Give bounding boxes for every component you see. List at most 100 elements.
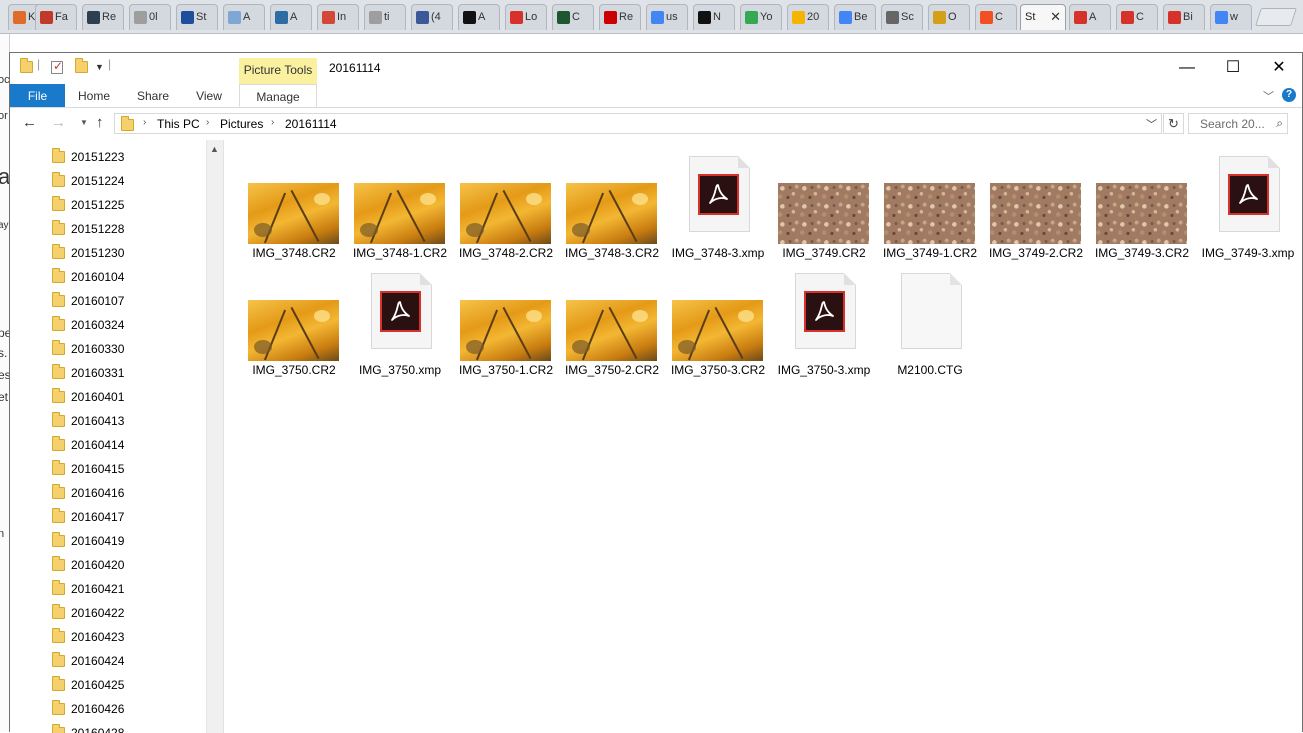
browser-tab[interactable]: A [270, 4, 312, 30]
nav-folder-item[interactable]: 20160415 [10, 456, 206, 480]
nav-folder-item[interactable]: 20160107 [10, 288, 206, 312]
nav-folder-item[interactable]: 20151224 [10, 168, 206, 192]
file-item[interactable]: IMG_3750-3.xmp [771, 140, 877, 377]
address-folder-icon [121, 116, 134, 131]
browser-tab[interactable]: Be [834, 4, 876, 30]
help-icon[interactable]: ? [1282, 88, 1296, 102]
search-icon[interactable]: ⌕ [1276, 116, 1283, 131]
nav-folder-item[interactable]: 20160426 [10, 696, 206, 720]
nav-folder-item[interactable]: 20160421 [10, 576, 206, 600]
nav-folder-item[interactable]: 20160424 [10, 648, 206, 672]
browser-tab[interactable]: 0l [129, 4, 171, 30]
breadcrumb-chevron-icon[interactable]: › [206, 117, 209, 128]
browser-tab[interactable]: Re [82, 4, 124, 30]
browser-tab[interactable]: Re [599, 4, 641, 30]
browser-tab[interactable]: C [975, 4, 1017, 30]
up-arrow-icon[interactable]: ↑ [96, 114, 104, 131]
close-button[interactable]: ✕ [1256, 53, 1302, 83]
search-input[interactable] [1189, 114, 1278, 133]
browser-tab[interactable]: In [317, 4, 359, 30]
browser-tab[interactable]: 20 [787, 4, 829, 30]
breadcrumb-this-pc[interactable]: This PC [157, 117, 200, 131]
nav-folder-item[interactable]: 20160428 [10, 720, 206, 733]
new-folder-icon[interactable] [75, 58, 88, 76]
back-arrow-icon[interactable]: ← [22, 114, 37, 131]
browser-tab[interactable]: A [1069, 4, 1111, 30]
address-dropdown-chevron-icon[interactable]: ﹀ [1146, 116, 1157, 132]
file-item[interactable]: M2100.CTG [877, 140, 983, 377]
minimize-button[interactable]: — [1164, 53, 1210, 83]
file-item[interactable]: IMG_3750.CR2 [241, 140, 347, 377]
browser-tab[interactable]: St [176, 4, 218, 30]
browser-tab[interactable]: w [1210, 4, 1252, 30]
file-item[interactable]: IMG_3750-3.CR2 [665, 140, 771, 377]
properties-icon[interactable] [51, 59, 63, 77]
nav-folder-item[interactable]: 20151228 [10, 216, 206, 240]
address-bar[interactable]: › This PC › Pictures › 20161114 ﹀ [114, 113, 1162, 134]
browser-tab-title: Be [854, 11, 868, 23]
browser-tab[interactable]: Lo [505, 4, 547, 30]
tab-file[interactable]: File [10, 84, 65, 107]
browser-tab-active[interactable]: St ✕ [1020, 4, 1066, 30]
refresh-icon[interactable]: ↻ [1163, 113, 1184, 134]
expand-ribbon-chevron-icon[interactable]: ﹀ [1263, 88, 1274, 104]
nav-folder-item[interactable]: 20160422 [10, 600, 206, 624]
nav-folder-item[interactable]: 20160413 [10, 408, 206, 432]
file-item[interactable]: IMG_3749-2.CR2 [983, 140, 1089, 260]
tab-manage[interactable]: Manage [239, 84, 317, 107]
browser-tab[interactable]: Yo [740, 4, 782, 30]
nav-folder-item[interactable]: 20160416 [10, 480, 206, 504]
browser-tab-title: In [337, 11, 347, 23]
tab-share[interactable]: Share [132, 84, 174, 107]
maple-leaves-thumbnail [460, 300, 551, 361]
nav-folder-item[interactable]: 20160104 [10, 264, 206, 288]
tab-close-icon[interactable]: ✕ [1050, 9, 1061, 25]
tab-view[interactable]: View [190, 84, 228, 107]
browser-tab[interactable]: Sc [881, 4, 923, 30]
breadcrumb-chevron-icon[interactable]: › [143, 117, 146, 128]
browser-tab[interactable]: Fa [35, 4, 77, 30]
recent-locations-chevron-icon[interactable]: ▼ [80, 118, 88, 127]
browser-tab[interactable]: ti [364, 4, 406, 30]
browser-tab[interactable]: N [693, 4, 735, 30]
scroll-up-icon[interactable]: ▲ [210, 144, 219, 154]
nav-folder-item[interactable]: 20151223 [10, 144, 206, 168]
maple-leaves-thumbnail [672, 300, 763, 361]
nav-folder-item[interactable]: 20160330 [10, 336, 206, 360]
maximize-button[interactable]: ☐ [1210, 53, 1256, 83]
browser-tab[interactable]: us [646, 4, 688, 30]
nav-folder-item[interactable]: 20160324 [10, 312, 206, 336]
file-item[interactable]: IMG_3750.xmp [347, 140, 453, 377]
quick-access-folder-icon[interactable] [20, 58, 33, 76]
navigation-scrollbar[interactable]: ▲ [206, 140, 223, 733]
file-item[interactable]: IMG_3749-3.CR2 [1089, 140, 1195, 260]
browser-tab[interactable]: O [928, 4, 970, 30]
browser-tab[interactable]: (4 [411, 4, 453, 30]
nav-folder-item[interactable]: 20151230 [10, 240, 206, 264]
file-item[interactable]: IMG_3750-1.CR2 [453, 140, 559, 377]
nav-folder-item[interactable]: 20160414 [10, 432, 206, 456]
nav-folder-item[interactable]: 20160401 [10, 384, 206, 408]
nav-folder-item[interactable]: 20151225 [10, 192, 206, 216]
tab-home[interactable]: Home [72, 84, 116, 107]
qa-customize-icon[interactable]: ▼ [95, 62, 104, 72]
nav-folder-item[interactable]: 20160417 [10, 504, 206, 528]
browser-tab[interactable]: A [223, 4, 265, 30]
nav-folder-item[interactable]: 20160420 [10, 552, 206, 576]
nav-folder-item[interactable]: 20160331 [10, 360, 206, 384]
browser-tab[interactable]: A [458, 4, 500, 30]
browser-tab[interactable]: C [1116, 4, 1158, 30]
nav-folder-item[interactable]: 20160423 [10, 624, 206, 648]
file-item[interactable]: IMG_3750-2.CR2 [559, 140, 665, 377]
browser-tab[interactable]: C [552, 4, 594, 30]
forward-arrow-icon[interactable]: → [51, 114, 66, 131]
folder-icon [52, 196, 65, 211]
nav-folder-item[interactable]: 20160419 [10, 528, 206, 552]
nav-folder-item[interactable]: 20160425 [10, 672, 206, 696]
breadcrumb-chevron-icon[interactable]: › [271, 117, 274, 128]
file-item[interactable]: IMG_3749-3.xmp [1195, 140, 1301, 260]
breadcrumb-pictures[interactable]: Pictures [220, 117, 263, 131]
new-tab-button[interactable] [1255, 8, 1297, 26]
breadcrumb-current-folder[interactable]: 20161114 [285, 117, 337, 131]
browser-tab[interactable]: Bi [1163, 4, 1205, 30]
